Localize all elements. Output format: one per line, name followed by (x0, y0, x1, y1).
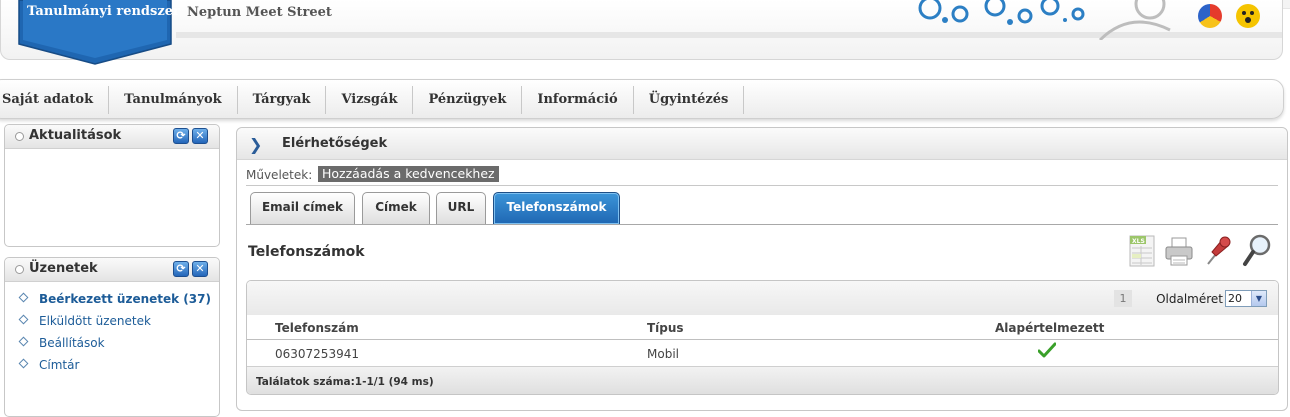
menu-item-information[interactable]: Információ (522, 86, 634, 114)
smiley-icon[interactable] (1236, 4, 1260, 28)
refresh-icon[interactable]: ⟳ (173, 128, 189, 144)
menu-item-finances[interactable]: Pénzügyek (413, 86, 523, 114)
logo-text: Tanulmányi rendszer (27, 4, 180, 19)
tab-email[interactable]: Email címek (250, 192, 355, 224)
column-header-phone[interactable]: Telefonszám (275, 321, 359, 335)
menu-item-studies[interactable]: Tanulmányok (109, 86, 238, 114)
contacts-panel: ❯ Elérhetőségek Műveletek: Hozzáadás a k… (236, 127, 1288, 411)
main-menu: Saját adatok Tanulmányok Tárgyak Vizsgák… (0, 86, 745, 114)
menu-item-subjects[interactable]: Tárgyak (238, 86, 327, 114)
table-toolbar: 1 Oldalméret 20 ▼ (247, 281, 1278, 315)
printer-icon[interactable] (1163, 232, 1195, 268)
page-title: Elérhetőségek (282, 136, 388, 151)
pin-icon[interactable] (1202, 232, 1234, 268)
tab-addresses[interactable]: Címek (362, 192, 430, 224)
search-icon[interactable] (1241, 232, 1273, 268)
page-size-select[interactable]: 20 ▼ (1225, 290, 1267, 307)
divider (246, 185, 1278, 186)
phone-numbers-table: 1 Oldalméret 20 ▼ Telefonszám Típus Alap… (246, 280, 1279, 395)
tab-url[interactable]: URL (436, 192, 486, 224)
diamond-bullet-icon (18, 292, 29, 303)
results-count: Találatok száma:1-1/1 (94 ms) (256, 376, 434, 388)
menu-item-personal[interactable]: Saját adatok (0, 86, 110, 114)
messages-sent-link[interactable]: Elküldött üzenetek (18, 314, 211, 336)
close-icon[interactable]: ✕ (192, 128, 208, 144)
contacts-panel-header: ❯ Elérhetőségek (237, 128, 1287, 160)
page-header: Tanulmányi rendszer Neptun Meet Street (0, 0, 1290, 68)
messages-list: Beérkezett üzenetek (37) Elküldött üzene… (18, 292, 211, 380)
pager: 1 Oldalméret 20 ▼ (1067, 290, 1267, 308)
panel-bullet-icon (15, 132, 24, 141)
diamond-bullet-icon (18, 358, 29, 369)
page-size-label: Oldalméret (1156, 292, 1223, 306)
section-title: Telefonszámok (248, 244, 365, 260)
refresh-icon[interactable]: ⟳ (173, 261, 189, 277)
site-name: Neptun Meet Street (187, 5, 332, 20)
chevron-down-icon: ▼ (1251, 291, 1266, 306)
messages-panel-header: Üzenetek ⟳ ✕ (5, 258, 219, 282)
panel-bullet-icon (15, 265, 24, 274)
close-icon[interactable]: ✕ (192, 261, 208, 277)
table-footer: Találatok száma:1-1/1 (94 ms) (247, 366, 1278, 394)
header-divider (247, 339, 1278, 340)
messages-panel: Üzenetek ⟳ ✕ Beérkezett üzenetek (37) El… (4, 257, 220, 417)
diamond-bullet-icon (18, 314, 29, 325)
operations-label: Műveletek: (246, 168, 313, 182)
browser-logo-icon[interactable] (1198, 4, 1222, 28)
messages-settings-link[interactable]: Beállítások (18, 336, 211, 358)
messages-directory-link[interactable]: Címtár (18, 358, 211, 380)
tab-phone-numbers[interactable]: Telefonszámok (493, 192, 620, 224)
news-panel-title: Aktualitások (29, 128, 122, 143)
page-number-button[interactable]: 1 (1114, 290, 1132, 307)
messages-inbox-link[interactable]: Beérkezett üzenetek (37) (18, 292, 211, 314)
menu-item-administration[interactable]: Ügyintézés (634, 86, 745, 114)
cell-phone-number: 06307253941 (275, 347, 359, 361)
header-decoration (918, 0, 1171, 40)
chevron-right-icon: ❯ (249, 135, 263, 154)
news-panel-header: Aktualitások ⟳ ✕ (5, 125, 219, 149)
column-header-default[interactable]: Alapértelmezett (995, 321, 1104, 335)
cell-type: Mobil (647, 347, 679, 361)
checkmark-icon (1038, 342, 1056, 358)
excel-export-icon[interactable]: XLS (1126, 232, 1158, 268)
diamond-bullet-icon (18, 336, 29, 347)
messages-panel-title: Üzenetek (29, 261, 98, 276)
svg-text:XLS: XLS (1132, 238, 1145, 245)
menu-item-exams[interactable]: Vizsgák (326, 86, 414, 114)
tab-underline (246, 224, 1278, 225)
add-to-favorites-button[interactable]: Hozzáadás a kedvencekhez (318, 166, 499, 182)
news-panel: Aktualitások ⟳ ✕ (4, 124, 220, 247)
column-header-type[interactable]: Típus (647, 321, 684, 335)
